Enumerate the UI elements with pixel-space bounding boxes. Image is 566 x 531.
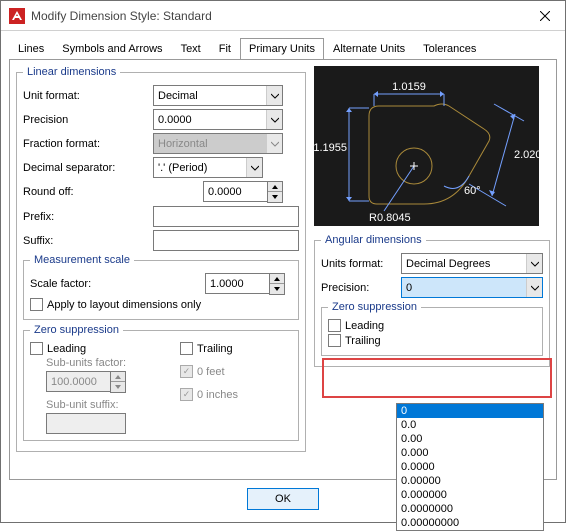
chevron-down-icon xyxy=(246,158,262,177)
precision-option[interactable]: 0.000000 xyxy=(397,488,543,502)
suffix-input[interactable] xyxy=(153,230,299,251)
angular-units-select[interactable]: Decimal Degrees xyxy=(401,253,543,274)
leading-label: Leading xyxy=(47,343,86,355)
leading-checkbox[interactable] xyxy=(30,342,43,355)
prefix-input[interactable] xyxy=(153,206,299,227)
svg-text:2.0207: 2.0207 xyxy=(514,149,539,161)
tab-primary-units[interactable]: Primary Units xyxy=(240,38,324,60)
measurement-legend: Measurement scale xyxy=(30,254,134,266)
tab-strip: Lines Symbols and Arrows Text Fit Primar… xyxy=(9,38,557,60)
precision-option[interactable]: 0.00 xyxy=(397,432,543,446)
trailing-label: Trailing xyxy=(197,343,233,355)
angular-zero-supp-group: Zero suppression Leading Trailing xyxy=(321,301,543,356)
decimal-separator-select[interactable]: '.' (Period) xyxy=(153,157,263,178)
angular-zs-legend: Zero suppression xyxy=(328,301,421,313)
trailing-checkbox[interactable] xyxy=(180,342,193,355)
decimal-separator-label: Decimal separator: xyxy=(23,162,153,174)
scale-factor-label: Scale factor: xyxy=(30,278,205,290)
spin-up-icon[interactable] xyxy=(268,182,282,192)
angular-trailing-label: Trailing xyxy=(345,335,381,347)
spin-down-icon[interactable] xyxy=(270,284,284,294)
svg-text:1.0159: 1.0159 xyxy=(392,81,426,93)
tab-symbols[interactable]: Symbols and Arrows xyxy=(53,38,171,60)
suffix-label: Suffix: xyxy=(23,235,73,247)
angular-units-label: Units format: xyxy=(321,258,401,270)
spin-up-icon[interactable] xyxy=(270,274,284,284)
inches-checkbox xyxy=(180,388,193,401)
angular-leading-label: Leading xyxy=(345,320,384,332)
angular-precision-select[interactable]: 0 xyxy=(401,277,543,298)
precision-option[interactable]: 0 xyxy=(397,404,543,418)
svg-text:60°: 60° xyxy=(464,185,481,197)
precision-option[interactable]: 0.000 xyxy=(397,446,543,460)
app-icon xyxy=(9,8,25,24)
precision-option[interactable]: 0.00000000 xyxy=(397,516,543,530)
zero-suppression-group: Zero suppression Leading Sub-units facto… xyxy=(23,324,299,441)
round-off-spinner[interactable]: 0.0000 xyxy=(203,181,283,203)
angular-leading-checkbox[interactable] xyxy=(328,319,341,332)
precision-option[interactable]: 0.0 xyxy=(397,418,543,432)
tab-lines[interactable]: Lines xyxy=(9,38,53,60)
angular-trailing-checkbox[interactable] xyxy=(328,334,341,347)
scale-factor-spinner[interactable]: 1.0000 xyxy=(205,273,285,295)
feet-label: 0 feet xyxy=(197,366,225,378)
prefix-label: Prefix: xyxy=(23,211,73,223)
precision-option[interactable]: 0.0000 xyxy=(397,460,543,474)
feet-checkbox xyxy=(180,365,193,378)
apply-layout-checkbox[interactable] xyxy=(30,298,43,311)
measurement-scale-group: Measurement scale Scale factor: 1.0000 xyxy=(23,254,299,320)
zero-supp-legend: Zero suppression xyxy=(30,324,123,336)
chevron-down-icon xyxy=(266,86,282,105)
dimension-preview: 1.0159 1.1955 2.0207 60° R0.8045 xyxy=(314,66,539,226)
precision-option[interactable]: 0.0000000 xyxy=(397,502,543,516)
chevron-down-icon xyxy=(266,134,282,153)
ok-button[interactable]: OK xyxy=(247,488,319,510)
sub-unit-suffix-label: Sub-unit suffix: xyxy=(46,399,180,411)
precision-label: Precision xyxy=(23,114,153,126)
angular-precision-dropdown[interactable]: 0 0.0 0.00 0.000 0.0000 0.00000 0.000000… xyxy=(396,403,544,531)
apply-layout-label: Apply to layout dimensions only xyxy=(47,299,201,311)
fraction-format-label: Fraction format: xyxy=(23,138,153,150)
svg-text:1.1955: 1.1955 xyxy=(314,142,347,154)
chevron-down-icon xyxy=(526,254,542,273)
fraction-format-select: Horizontal xyxy=(153,133,283,154)
sub-unit-suffix-input xyxy=(46,413,126,434)
sub-units-factor-spinner: 100.0000 xyxy=(46,371,126,393)
angular-precision-label: Precision: xyxy=(321,282,401,294)
linear-dimensions-group: Linear dimensions Unit format: Decimal P… xyxy=(16,66,306,452)
tab-fit[interactable]: Fit xyxy=(210,38,240,60)
unit-format-label: Unit format: xyxy=(23,90,153,102)
precision-option[interactable]: 0.00000 xyxy=(397,474,543,488)
titlebar: Modify Dimension Style: Standard xyxy=(1,1,565,31)
sub-units-factor-label: Sub-units factor: xyxy=(46,357,180,369)
round-off-label: Round off: xyxy=(23,186,153,198)
spin-down-icon xyxy=(111,382,125,392)
spin-up-icon xyxy=(111,372,125,382)
tab-text[interactable]: Text xyxy=(172,38,210,60)
svg-text:R0.8045: R0.8045 xyxy=(369,212,411,224)
angular-legend: Angular dimensions xyxy=(321,234,426,246)
window-title: Modify Dimension Style: Standard xyxy=(31,9,525,23)
inches-label: 0 inches xyxy=(197,389,238,401)
chevron-down-icon xyxy=(526,278,542,297)
linear-legend: Linear dimensions xyxy=(23,66,120,78)
tab-alternate-units[interactable]: Alternate Units xyxy=(324,38,414,60)
unit-format-select[interactable]: Decimal xyxy=(153,85,283,106)
chevron-down-icon xyxy=(266,110,282,129)
tab-tolerances[interactable]: Tolerances xyxy=(414,38,485,60)
angular-dimensions-group: Angular dimensions Units format: Decimal… xyxy=(314,234,550,367)
spin-down-icon[interactable] xyxy=(268,192,282,202)
close-button[interactable] xyxy=(525,1,565,31)
precision-select[interactable]: 0.0000 xyxy=(153,109,283,130)
